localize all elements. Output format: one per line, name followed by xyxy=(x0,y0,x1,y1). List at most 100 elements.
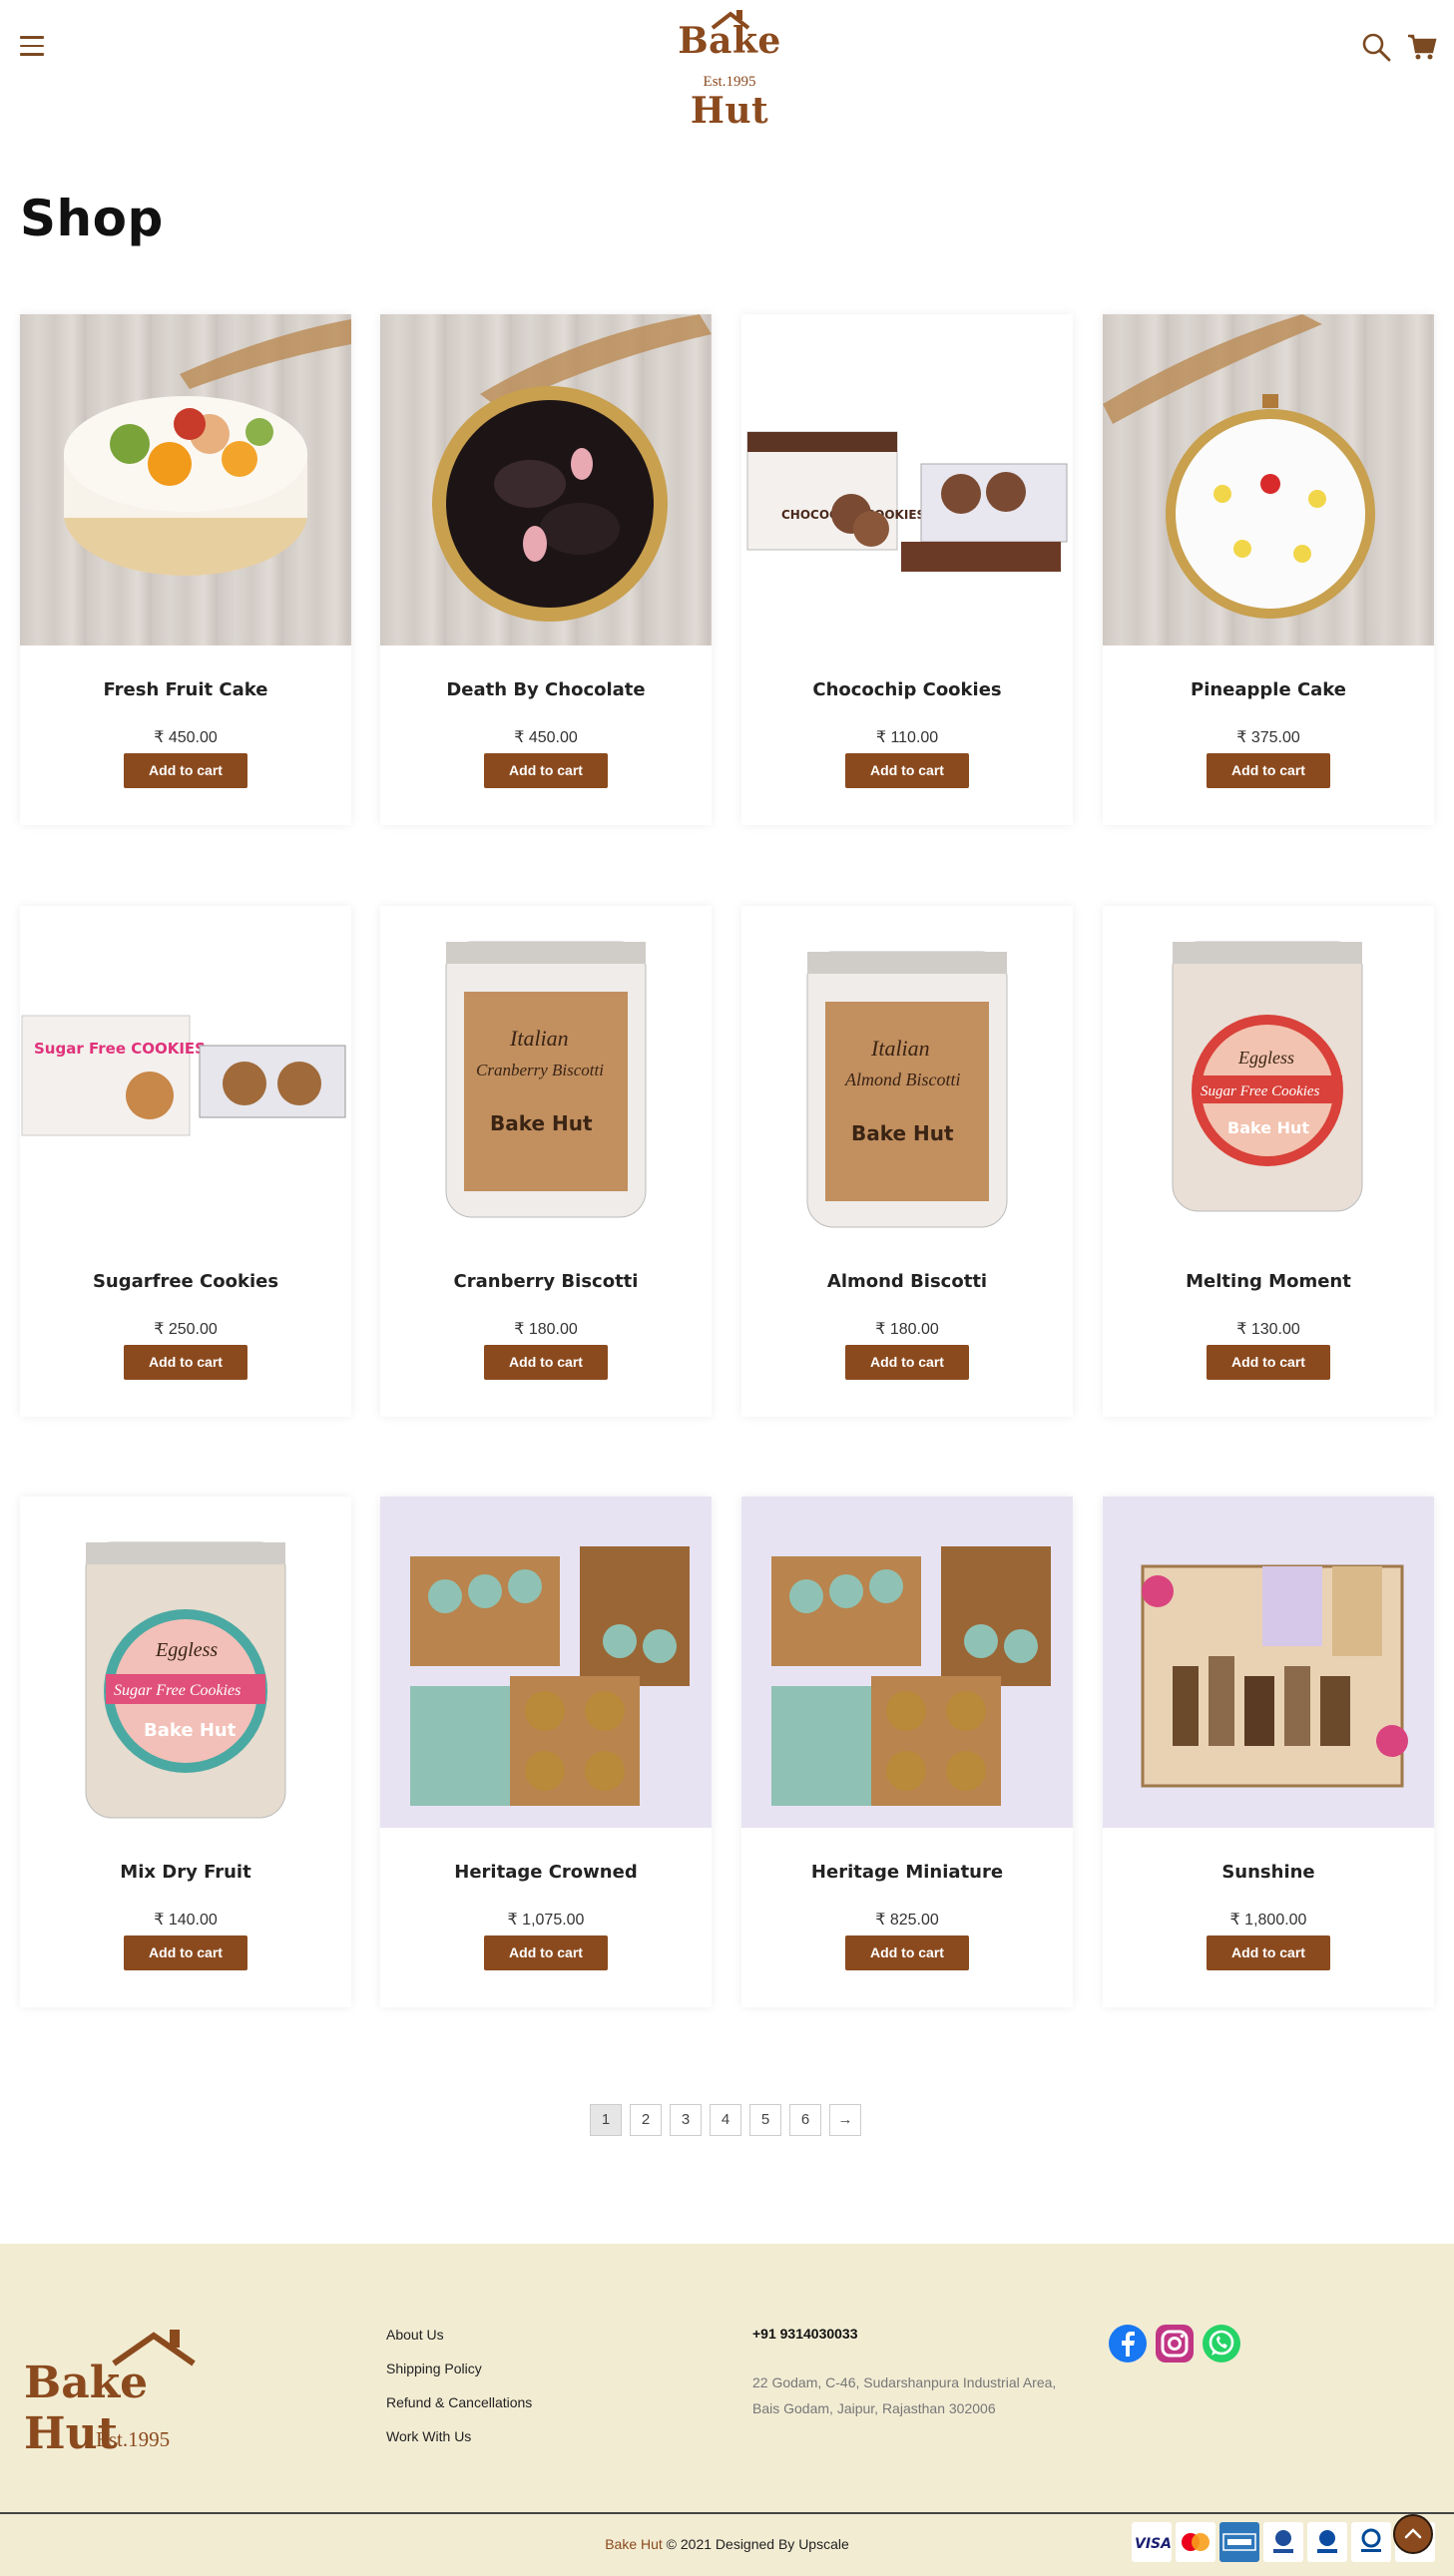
page-5-link[interactable]: 5 xyxy=(749,2104,781,2136)
product-image[interactable]: CHOCOCHIP COOKIES xyxy=(741,314,1073,645)
site-footer: Bake Hut Est.1995 About Us Shipping Poli… xyxy=(0,2244,1454,2513)
cart-icon[interactable] xyxy=(1405,30,1439,64)
hamburger-icon[interactable] xyxy=(20,36,44,58)
amex-icon xyxy=(1219,2522,1259,2562)
product-name[interactable]: Fresh Fruit Cake xyxy=(20,679,351,700)
mix-dry-fruit-jar-image: Eggless Sugar Free Cookies Bake Hut xyxy=(85,1541,286,1819)
product-name[interactable]: Pineapple Cake xyxy=(1103,679,1434,700)
product-card[interactable]: CHOCOCHIP COOKIES Chocochip Cookies ₹ 11… xyxy=(741,314,1073,825)
product-card[interactable]: Eggless Sugar Free Cookies Bake Hut Melt… xyxy=(1103,906,1434,1417)
jar-label-line1: Eggless xyxy=(1237,1048,1294,1068)
page-3-link[interactable]: 3 xyxy=(670,2104,702,2136)
product-price: ₹ 450.00 xyxy=(514,729,578,746)
product-image[interactable] xyxy=(741,1497,1073,1828)
add-to-cart-button[interactable]: Add to cart xyxy=(124,753,247,788)
chocolate-cake-image xyxy=(432,314,712,622)
logo-est: Est.1995 xyxy=(703,74,756,90)
product-price: ₹ 250.00 xyxy=(154,1321,218,1338)
product-card[interactable]: Italian Almond Biscotti Bake Hut Almond … xyxy=(741,906,1073,1417)
footer-link-refund[interactable]: Refund & Cancellations xyxy=(386,2392,532,2426)
product-price: ₹ 450.00 xyxy=(154,729,218,746)
product-name[interactable]: Melting Moment xyxy=(1103,1271,1434,1292)
product-image[interactable]: Sugar Free COOKIES xyxy=(20,906,351,1237)
product-name[interactable]: Sugarfree Cookies xyxy=(20,1271,351,1292)
product-card[interactable]: Pineapple Cake ₹ 375.00 Add to cart xyxy=(1103,314,1434,825)
product-image[interactable] xyxy=(380,314,712,645)
product-price: ₹ 1,800.00 xyxy=(1229,1912,1307,1929)
product-image[interactable]: Eggless Sugar Free Cookies Bake Hut xyxy=(1103,906,1434,1237)
next-page-link[interactable]: → xyxy=(829,2104,861,2136)
product-card[interactable]: Heritage Miniature ₹ 825.00 Add to cart xyxy=(741,1497,1073,2007)
product-image[interactable]: Italian Almond Biscotti Bake Hut xyxy=(741,906,1073,1237)
page-6-link[interactable]: 6 xyxy=(789,2104,821,2136)
product-name[interactable]: Death By Chocolate xyxy=(380,679,712,700)
jar-brand: Bake Hut xyxy=(490,1111,593,1135)
product-image[interactable]: Italian Cranberry Biscotti Bake Hut xyxy=(380,906,712,1237)
visa-label: VISA xyxy=(1135,2536,1172,2552)
almond-biscotti-jar-image: Italian Almond Biscotti Bake Hut xyxy=(806,951,1008,1228)
melting-moment-jar-image: Eggless Sugar Free Cookies Bake Hut xyxy=(1172,941,1363,1212)
copyright-rest: © 2021 Designed By Upscale xyxy=(662,2536,849,2552)
product-card[interactable]: Italian Cranberry Biscotti Bake Hut Cran… xyxy=(380,906,712,1417)
product-name[interactable]: Almond Biscotti xyxy=(741,1271,1073,1292)
footer-address-line2: Bais Godam, Jaipur, Rajasthan 302006 xyxy=(752,2400,996,2416)
heritage-miniature-image xyxy=(771,1546,1051,1806)
add-to-cart-button[interactable]: Add to cart xyxy=(1207,1935,1330,1970)
footer-address: 22 Godam, C-46, Sudarshanpura Industrial… xyxy=(752,2369,1102,2421)
add-to-cart-button[interactable]: Add to cart xyxy=(845,753,969,788)
jar-brand: Bake Hut xyxy=(851,1121,954,1145)
footer-link-shipping[interactable]: Shipping Policy xyxy=(386,2359,532,2392)
footer-link-about[interactable]: About Us xyxy=(386,2325,532,2359)
site-header: Bake Hut Est.1995 xyxy=(0,0,1454,132)
add-to-cart-button[interactable]: Add to cart xyxy=(124,1345,247,1380)
add-to-cart-button[interactable]: Add to cart xyxy=(1207,753,1330,788)
page-1-link[interactable]: 1 xyxy=(590,2104,622,2136)
jar-brand: Bake Hut xyxy=(144,1720,237,1741)
product-name[interactable]: Heritage Miniature xyxy=(741,1862,1073,1883)
site-logo[interactable]: Bake Hut Est.1995 xyxy=(645,6,814,132)
add-to-cart-button[interactable]: Add to cart xyxy=(845,1935,969,1970)
product-card[interactable]: Sugar Free COOKIES Sugarfree Cookies ₹ 2… xyxy=(20,906,351,1417)
product-card[interactable]: Death By Chocolate ₹ 450.00 Add to cart xyxy=(380,314,712,825)
add-to-cart-button[interactable]: Add to cart xyxy=(1207,1345,1330,1380)
footer-links: About Us Shipping Policy Refund & Cancel… xyxy=(386,2325,532,2460)
add-to-cart-button[interactable]: Add to cart xyxy=(845,1345,969,1380)
product-name[interactable]: Mix Dry Fruit xyxy=(20,1862,351,1883)
footer-phone[interactable]: +91 9314030033 xyxy=(752,2326,858,2342)
add-to-cart-button[interactable]: Add to cart xyxy=(484,1935,608,1970)
product-image[interactable] xyxy=(380,1497,712,1828)
add-to-cart-button[interactable]: Add to cart xyxy=(484,1345,608,1380)
pineapple-cake-image xyxy=(1103,314,1375,619)
footer-link-work[interactable]: Work With Us xyxy=(386,2426,532,2460)
chevron-up-icon xyxy=(1404,2528,1422,2539)
footer-logo[interactable]: Bake Hut Est.1995 xyxy=(24,2328,253,2459)
footer-logo-est: Est.1995 xyxy=(96,2427,171,2451)
sugarfree-box-label: Sugar Free COOKIES xyxy=(34,1040,206,1058)
product-image[interactable] xyxy=(1103,314,1434,645)
facebook-icon[interactable] xyxy=(1108,2324,1148,2363)
jar-brand: Bake Hut xyxy=(1227,1118,1309,1137)
add-to-cart-button[interactable]: Add to cart xyxy=(124,1935,247,1970)
product-card[interactable]: Fresh Fruit Cake ₹ 450.00 Add to cart xyxy=(20,314,351,825)
jar-label-line1: Italian xyxy=(870,1036,930,1061)
product-name[interactable]: Heritage Crowned xyxy=(380,1862,712,1883)
product-card[interactable]: Heritage Crowned ₹ 1,075.00 Add to cart xyxy=(380,1497,712,2007)
copyright-brand[interactable]: Bake Hut xyxy=(605,2536,663,2552)
product-price: ₹ 180.00 xyxy=(514,1321,578,1338)
product-name[interactable]: Sunshine xyxy=(1103,1862,1434,1883)
product-name[interactable]: Chocochip Cookies xyxy=(741,679,1073,700)
product-card[interactable]: Eggless Sugar Free Cookies Bake Hut Mix … xyxy=(20,1497,351,2007)
scroll-to-top-button[interactable] xyxy=(1393,2514,1433,2554)
add-to-cart-button[interactable]: Add to cart xyxy=(484,753,608,788)
product-card[interactable]: Sunshine ₹ 1,800.00 Add to cart xyxy=(1103,1497,1434,2007)
instagram-icon[interactable] xyxy=(1155,2324,1195,2363)
product-image[interactable]: Eggless Sugar Free Cookies Bake Hut xyxy=(20,1497,351,1828)
product-image[interactable] xyxy=(20,314,351,645)
whatsapp-icon[interactable] xyxy=(1202,2324,1241,2363)
footer-address-line1: 22 Godam, C-46, Sudarshanpura Industrial… xyxy=(752,2374,1057,2390)
page-4-link[interactable]: 4 xyxy=(710,2104,741,2136)
product-image[interactable] xyxy=(1103,1497,1434,1828)
product-name[interactable]: Cranberry Biscotti xyxy=(380,1271,712,1292)
search-icon[interactable] xyxy=(1359,30,1393,64)
page-2-link[interactable]: 2 xyxy=(630,2104,662,2136)
